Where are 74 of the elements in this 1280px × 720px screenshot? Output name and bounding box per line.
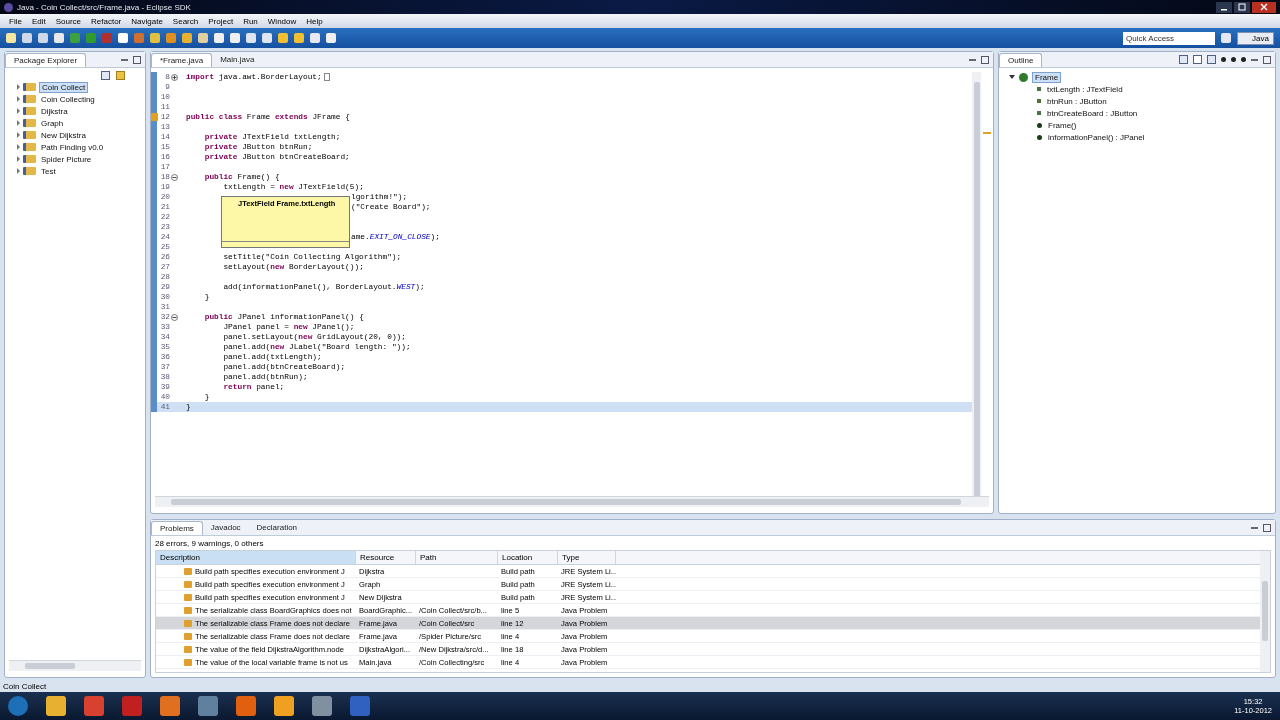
project-tree-item[interactable]: Graph (39, 118, 66, 128)
scrollbar[interactable] (155, 496, 989, 507)
maximize-icon[interactable] (1263, 523, 1271, 532)
scrollbar[interactable] (972, 72, 981, 496)
project-folder-icon (23, 95, 36, 103)
fold-plus-icon[interactable] (170, 73, 178, 81)
project-folder-icon (23, 107, 36, 115)
folded-code-icon[interactable] (323, 73, 330, 81)
view-tab[interactable]: Declaration (248, 521, 306, 534)
outline-item[interactable]: Frame (1032, 71, 1062, 83)
maximize-icon[interactable] (1263, 55, 1271, 64)
project-folder-icon (23, 119, 36, 127)
fold-minus-icon[interactable] (170, 313, 178, 321)
column-header[interactable]: Description (156, 551, 356, 564)
view-tab[interactable]: Outline (999, 52, 1043, 67)
field-icon (1037, 111, 1041, 115)
outline-item[interactable]: btnRun : JButton (1045, 96, 1109, 106)
project-tree-item[interactable]: Test (39, 166, 58, 176)
project-folder-icon (23, 131, 36, 139)
field-icon (1037, 87, 1041, 91)
editor-tab[interactable]: *Frame.java (151, 52, 213, 67)
fold-minus-icon[interactable] (170, 173, 178, 181)
project-folder-icon (23, 167, 36, 175)
menu-item[interactable]: Help (301, 16, 328, 26)
menu-item[interactable]: Run (238, 16, 263, 26)
menu-item[interactable]: Window (262, 16, 302, 26)
field-icon (1037, 99, 1041, 103)
maximize-icon[interactable] (981, 55, 989, 64)
menu-item[interactable]: File (4, 16, 27, 26)
project-tree-item[interactable]: Path Finding v0.0 (39, 142, 106, 152)
maximize-icon[interactable] (133, 55, 141, 64)
project-folder-icon (23, 155, 36, 163)
project-folder-icon (23, 143, 36, 151)
minimize-icon[interactable] (1251, 526, 1258, 529)
window-title: Java - Coin Collect/src/Frame.java - Eclipse SDK (17, 2, 191, 12)
minimize-icon[interactable] (1251, 58, 1258, 61)
view-tab[interactable]: Package Explorer (5, 52, 87, 67)
outline-item[interactable]: txtLength : JTextField (1045, 84, 1125, 94)
close-button[interactable] (1252, 1, 1276, 13)
menu-item[interactable]: Navigate (126, 16, 168, 26)
menu-item[interactable]: Refactor (86, 16, 127, 26)
quick-access-field[interactable]: Quick Access (1123, 31, 1216, 45)
menu-item[interactable]: Edit (26, 16, 51, 26)
class-icon (1019, 72, 1028, 82)
project-tree-item[interactable]: Dijkstra (39, 106, 70, 116)
status-text: Coin Collect (3, 681, 47, 691)
collapse-arrow-icon[interactable] (1009, 75, 1015, 79)
project-tree-item[interactable]: Coin Collecting (39, 94, 97, 104)
app-logo-icon (4, 2, 13, 12)
project-tree-item[interactable]: Spider Picture (39, 154, 94, 164)
close-icon (1260, 3, 1268, 11)
minimize-icon[interactable] (121, 58, 128, 61)
outline-item[interactable]: Frame() (1046, 120, 1079, 130)
menu-item[interactable]: Search (167, 16, 204, 26)
view-tab[interactable]: Javadoc (202, 521, 249, 534)
menu-item[interactable]: Source (50, 16, 87, 26)
orb-icon[interactable] (8, 696, 28, 716)
scrollbar[interactable] (9, 660, 141, 671)
project-folder-icon (23, 83, 36, 91)
scrollbar[interactable] (1260, 551, 1270, 672)
outline-item[interactable]: btnCreateBoard : JButton (1045, 108, 1140, 118)
project-tree-item[interactable]: Coin Collect (39, 81, 89, 93)
problems-summary: 28 errors, 9 warnings, 0 others (154, 538, 265, 550)
warning-marker-icon[interactable] (151, 113, 158, 121)
menu-item[interactable]: Project (203, 16, 239, 26)
maximize-button[interactable] (1234, 1, 1250, 13)
minimize-icon[interactable] (969, 58, 976, 61)
maximize-icon (1238, 3, 1246, 11)
outline-item[interactable]: informationPanel() : JPanel (1046, 132, 1147, 142)
project-tree-item[interactable]: New Dijkstra (39, 130, 88, 140)
minimize-button[interactable] (1216, 1, 1232, 13)
editor-tab[interactable]: Main.java (212, 53, 263, 66)
view-tab[interactable]: Problems (151, 520, 203, 535)
perspective-button[interactable]: Java (1237, 31, 1274, 45)
